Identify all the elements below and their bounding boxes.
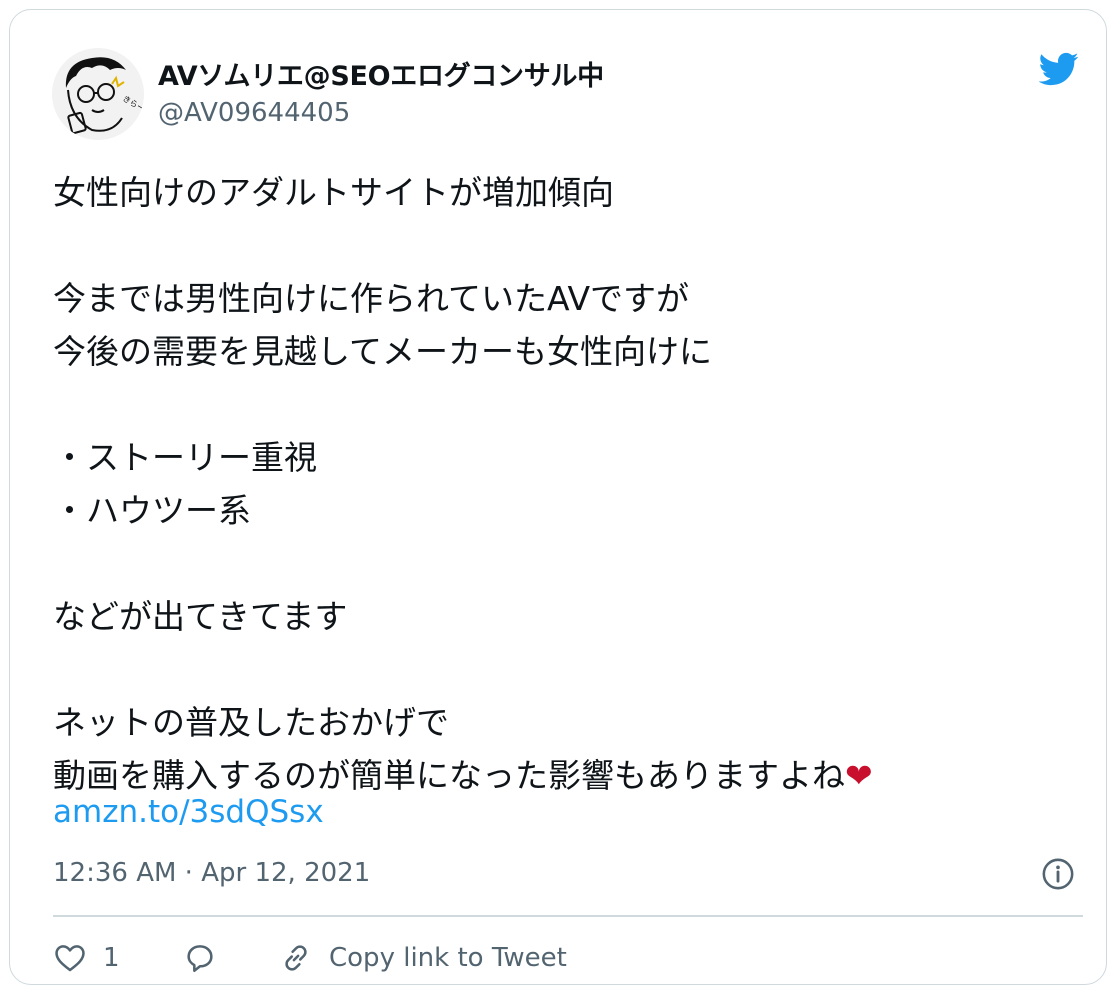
like-button[interactable]: 1	[53, 936, 120, 980]
tweet-body: 女性向けのアダルトサイトが増加傾向 今までは男性向けに作られていたAVですが 今…	[53, 173, 845, 795]
heart-icon	[55, 945, 85, 972]
display-name[interactable]: AVソムリエ@SEOエログコンサル中	[158, 54, 604, 93]
link-icon	[285, 945, 307, 971]
reply-bubble-icon	[187, 945, 213, 973]
tweet-timestamp[interactable]: 12:36 AM · Apr 12, 2021	[53, 858, 370, 888]
cartoon-avatar-icon: きらーん	[52, 48, 144, 140]
tweet-link[interactable]: amzn.to/3sdQSsx	[53, 794, 324, 830]
tweet-card: きらーん AVソムリエ@SEOエログコンサル中 @AV09644405 女性向け…	[9, 9, 1107, 985]
twitter-bird-icon[interactable]	[1034, 48, 1082, 90]
user-handle[interactable]: @AV09644405	[158, 98, 350, 128]
heart-emoji: ❤	[845, 756, 873, 795]
copy-link-label: Copy link to Tweet	[329, 943, 567, 973]
tweet-text: 女性向けのアダルトサイトが増加傾向 今までは男性向けに作られていたAVですが 今…	[53, 166, 1083, 802]
copy-link-button[interactable]: Copy link to Tweet	[279, 936, 567, 980]
avatar[interactable]: きらーん	[52, 48, 144, 140]
reply-button[interactable]	[183, 936, 217, 980]
like-count: 1	[103, 943, 120, 973]
divider	[53, 915, 1083, 917]
info-icon[interactable]	[1041, 857, 1075, 891]
